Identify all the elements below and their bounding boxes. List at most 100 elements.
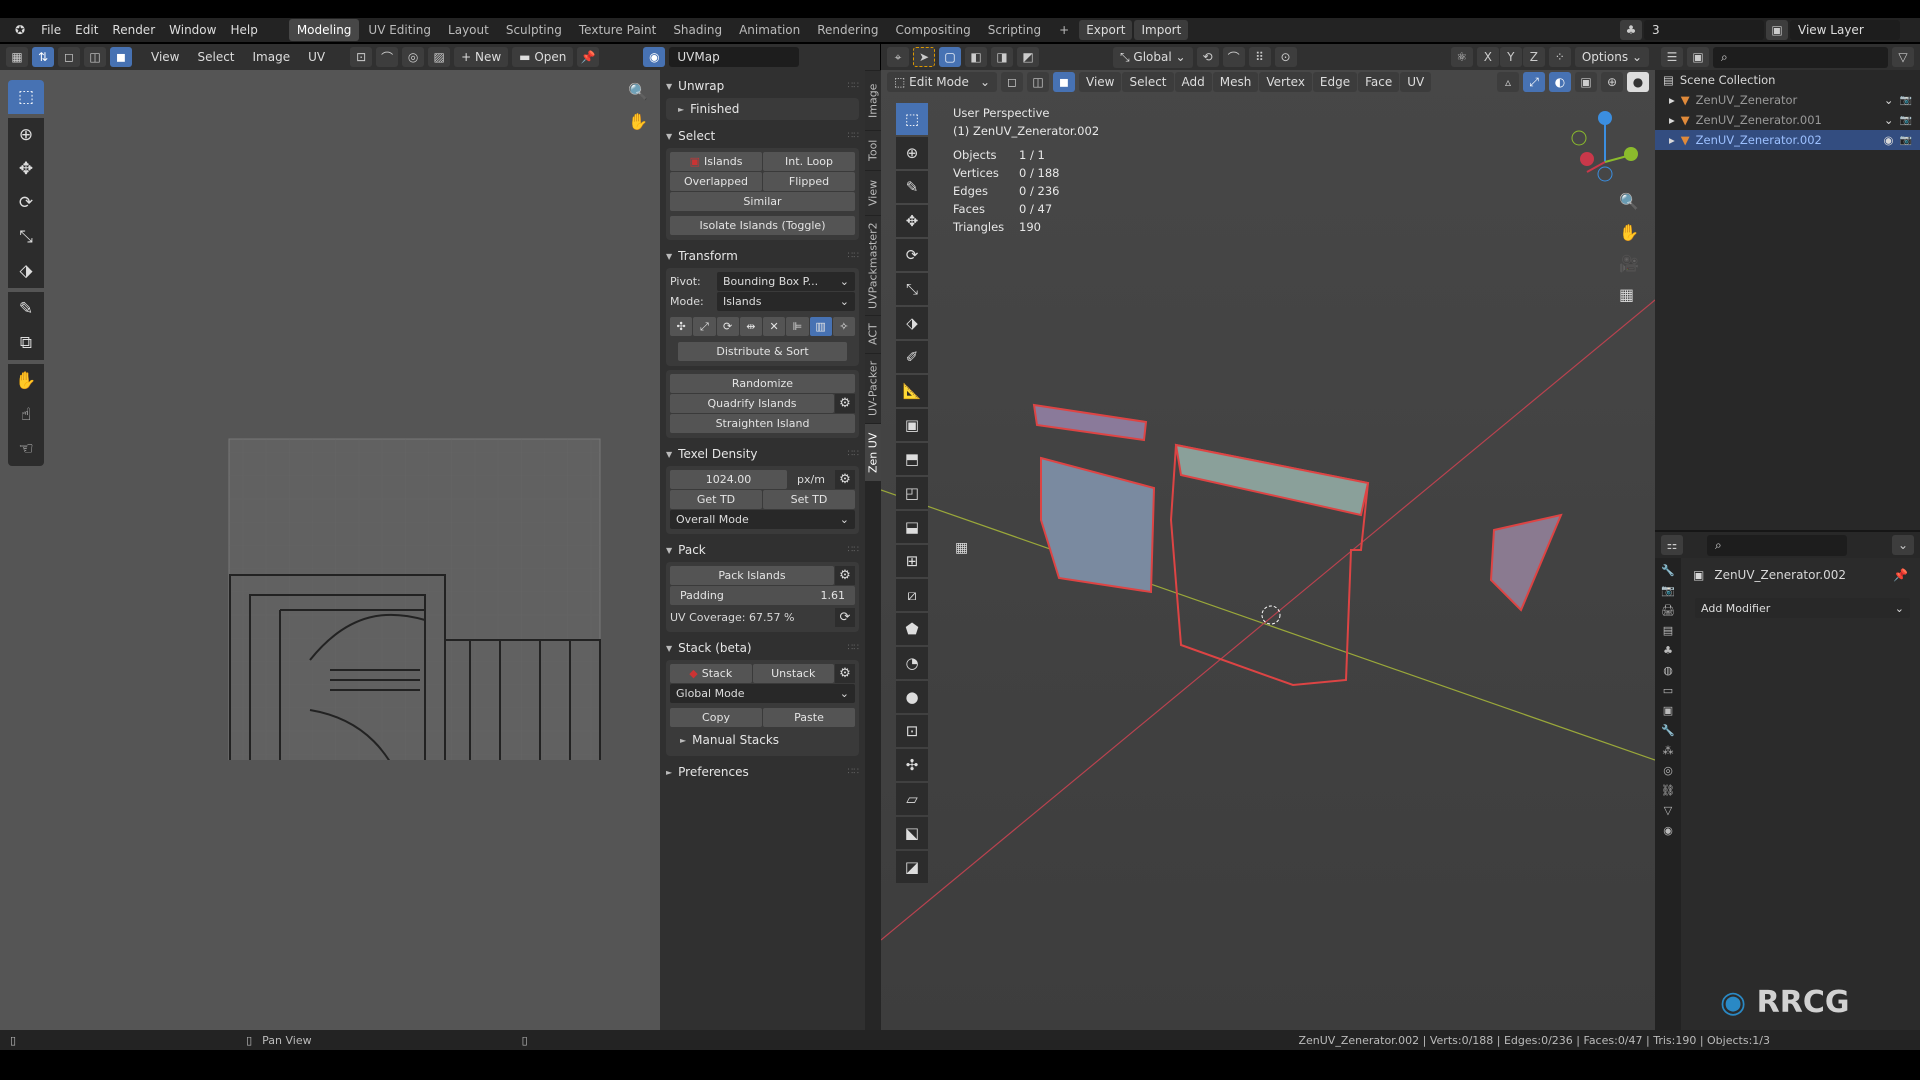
- uv-editor[interactable]: ⬚ ⊕ ✥ ⟳ ⤡ ⬗ ✎ ⧉ ✋ ☝ ☜ 🔍 ✋: [0, 70, 660, 1030]
- sidebar-tab-tool[interactable]: Tool: [865, 130, 881, 170]
- physics-properties-icon[interactable]: ◎: [1663, 764, 1673, 777]
- tab-shading[interactable]: Shading: [665, 19, 730, 41]
- texel-density-section-header[interactable]: ▼ Texel Density ∷∷: [666, 442, 859, 466]
- pack-section-header[interactable]: ▼ Pack ∷∷: [666, 538, 859, 562]
- select-mode-extend-icon[interactable]: ◧: [965, 47, 987, 67]
- annotate-line-icon[interactable]: ✐: [896, 341, 928, 373]
- sidebar-tab-uvpackmaster2[interactable]: UVPackmaster2: [865, 215, 881, 315]
- pivot-icon[interactable]: ⊡: [350, 47, 373, 67]
- tab-layout[interactable]: Layout: [440, 19, 497, 41]
- select-mode-subtract-icon[interactable]: ◨: [991, 47, 1013, 67]
- cursor-icon[interactable]: ⊕: [896, 137, 928, 169]
- uv-menu-uv[interactable]: UV: [301, 47, 332, 67]
- constraints-properties-icon[interactable]: ⛓: [1661, 784, 1675, 797]
- inset-icon[interactable]: ◰: [896, 477, 928, 509]
- pivot-dropdown[interactable]: Bounding Box P... ⌄: [717, 272, 855, 291]
- bevel-icon[interactable]: ⬓: [896, 511, 928, 543]
- rotate-islands-icon[interactable]: ⟳: [716, 317, 739, 336]
- tab-texture-paint[interactable]: Texture Paint: [571, 19, 664, 41]
- vertex-select-icon[interactable]: ◻: [58, 47, 80, 67]
- select-mode-new-icon[interactable]: ▢: [939, 47, 961, 67]
- pivot-point-icon[interactable]: ⟲: [1196, 47, 1219, 67]
- face-select-icon[interactable]: ◼: [110, 47, 132, 67]
- tab-uv-editing[interactable]: UV Editing: [360, 19, 439, 41]
- annotate-icon[interactable]: ✎: [8, 292, 44, 326]
- stack-mode-dropdown[interactable]: Global Mode ⌄: [670, 684, 855, 703]
- rip-region-icon[interactable]: ⧉: [8, 326, 44, 360]
- randomize-button[interactable]: Randomize: [670, 374, 855, 393]
- scale-icon[interactable]: ⤡: [896, 273, 928, 305]
- object-properties-icon[interactable]: ▣: [1663, 704, 1673, 717]
- grab-icon[interactable]: ✋: [8, 364, 44, 398]
- transform-icon[interactable]: ⬗: [896, 307, 928, 339]
- hand-pan-icon[interactable]: ✋: [628, 112, 648, 131]
- pin-icon[interactable]: 📌: [1893, 568, 1908, 582]
- mirror-axis-x[interactable]: X: [1476, 47, 1499, 67]
- select-box-icon[interactable]: ⬚: [896, 103, 928, 135]
- distribute-islands-icon[interactable]: ▥: [809, 317, 832, 336]
- options-chevron-icon[interactable]: ⌄: [1892, 535, 1914, 555]
- paste-button[interactable]: Paste: [763, 708, 855, 727]
- menu-edit[interactable]: Edit: [68, 20, 105, 40]
- manual-stacks-subpanel[interactable]: ► Manual Stacks: [670, 728, 855, 752]
- scene-field[interactable]: 3: [1644, 20, 1764, 40]
- set-td-button[interactable]: Set TD: [763, 490, 855, 509]
- blender-logo-icon[interactable]: ✪: [8, 20, 32, 40]
- outliner-item[interactable]: ▸ ▼ ZenUV_Zenerator.001 ⌄ 📷: [1655, 110, 1920, 130]
- loop-cut-icon[interactable]: ⊞: [896, 545, 928, 577]
- scene-icon[interactable]: ♣: [1620, 20, 1642, 40]
- display-mode-icon[interactable]: ☰: [1661, 47, 1683, 67]
- tab-modeling[interactable]: Modeling: [288, 19, 360, 41]
- uv-menu-image[interactable]: Image: [246, 47, 298, 67]
- proportional-icon[interactable]: ◎: [402, 47, 425, 67]
- material-properties-icon[interactable]: ◉: [1663, 824, 1673, 837]
- unwrap-section-header[interactable]: ▼ Unwrap ∷∷: [666, 74, 859, 98]
- select-box-icon[interactable]: ⬚: [8, 80, 44, 114]
- camera-render-icon[interactable]: 📷: [1900, 135, 1912, 146]
- view-layer-properties-icon[interactable]: ▤: [1663, 624, 1673, 637]
- new-image-button[interactable]: + New: [454, 47, 509, 67]
- modifier-properties-icon[interactable]: 🔧: [1661, 724, 1675, 737]
- export-button[interactable]: Export: [1079, 20, 1133, 40]
- transform-section-header[interactable]: ▼ Transform ∷∷: [666, 244, 859, 268]
- mode-dropdown[interactable]: Islands ⌄: [717, 292, 855, 311]
- snap-icon[interactable]: ⌒: [1222, 47, 1245, 67]
- uv-menu-view[interactable]: View: [144, 47, 186, 67]
- tab-compositing[interactable]: Compositing: [888, 19, 979, 41]
- uv-sync-icon[interactable]: ⇅: [32, 47, 54, 67]
- editor-type-icon[interactable]: ▦: [6, 47, 28, 67]
- grid-perspective-icon[interactable]: ▦: [1619, 285, 1639, 304]
- filter-view-icon[interactable]: ▣: [1687, 47, 1709, 67]
- isolate-islands-button[interactable]: Isolate Islands (Toggle): [670, 216, 855, 235]
- uvmap-icon[interactable]: ◉: [643, 47, 666, 67]
- mirror-icon[interactable]: ⚛: [1450, 47, 1473, 67]
- measure-icon[interactable]: 📐: [896, 375, 928, 407]
- add-modifier-dropdown[interactable]: Add Modifier ⌄: [1695, 598, 1910, 618]
- copy-button[interactable]: Copy: [670, 708, 762, 727]
- output-properties-icon[interactable]: 🖨: [1661, 604, 1675, 617]
- pack-islands-button[interactable]: Pack Islands: [670, 566, 834, 585]
- shrink-fatten-icon[interactable]: ✣: [896, 749, 928, 781]
- expand-arrow-icon[interactable]: ▸: [1669, 93, 1675, 107]
- render-properties-icon[interactable]: 📷: [1661, 584, 1675, 597]
- visibility-eye-icon[interactable]: ⌄: [1884, 93, 1894, 107]
- pin-icon[interactable]: 📌: [577, 47, 600, 67]
- select-section-header[interactable]: ▼ Select ∷∷: [666, 124, 859, 148]
- fit-islands-icon[interactable]: ✕: [763, 317, 786, 336]
- menu-window[interactable]: Window: [162, 20, 223, 40]
- camera-render-icon[interactable]: 📷: [1900, 95, 1912, 106]
- uv-menu-select[interactable]: Select: [190, 47, 241, 67]
- scene-collection-row[interactable]: ▤ Scene Collection: [1655, 70, 1920, 90]
- expand-arrow-icon[interactable]: ▸: [1669, 113, 1675, 127]
- zen-uv-toggle-icon[interactable]: ▦: [955, 540, 968, 556]
- outliner-item[interactable]: ▸ ▼ ZenUV_Zenerator ⌄ 📷: [1655, 90, 1920, 110]
- filter-icon[interactable]: ▽: [1892, 47, 1914, 67]
- orientation-dropdown[interactable]: ⤡ Global ⌄: [1113, 46, 1193, 68]
- world-properties-icon[interactable]: ◍: [1663, 664, 1673, 677]
- flip-islands-icon[interactable]: ⇹: [739, 317, 762, 336]
- texel-settings-gear-icon[interactable]: ⚙: [835, 470, 855, 489]
- scale-icon[interactable]: ⤡: [8, 220, 44, 254]
- particles-properties-icon[interactable]: ⁂: [1663, 744, 1674, 757]
- snap-target-icon[interactable]: ⠿: [1248, 47, 1271, 67]
- sidebar-tab-zen-uv[interactable]: Zen UV: [865, 423, 881, 481]
